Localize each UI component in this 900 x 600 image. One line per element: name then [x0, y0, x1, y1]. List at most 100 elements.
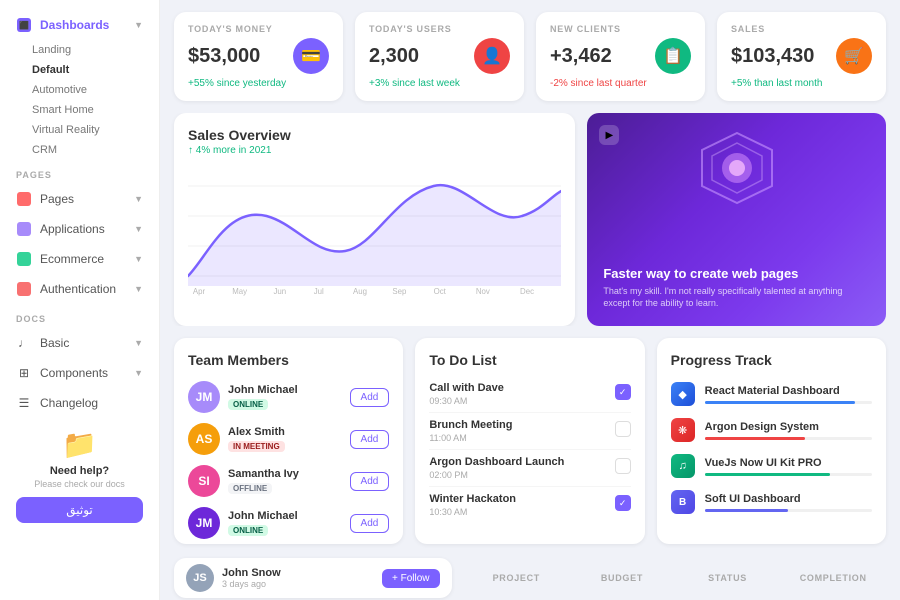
- stat-clients-value: +3,462: [550, 45, 612, 68]
- todo-info-2: Argon Dashboard Launch 02:00 PM: [429, 456, 606, 480]
- sidebar-item-authentication[interactable]: Authentication ▼: [0, 274, 159, 304]
- middle-row: Sales Overview ↑ 4% more in 2021 Apr May: [160, 113, 900, 326]
- section-docs-label: DOCS: [0, 304, 159, 328]
- section-pages-label: PAGES: [0, 160, 159, 184]
- applications-icon: [16, 221, 32, 237]
- stat-card-sales: SALES $103,430 🛒 +5% than last month: [717, 12, 886, 101]
- sidebar-item-components[interactable]: ⊞ Components ▼: [0, 358, 159, 388]
- chart-area: Apr May Jun Jul Aug Sep Oct Nov Dec: [188, 166, 561, 312]
- todo-item-3: Winter Hackaton 10:30 AM ✓: [429, 487, 630, 523]
- footer-cols: PROJECT BUDGET STATUS COMPLETION: [464, 573, 887, 583]
- sidebar-auth-label: Authentication: [40, 282, 116, 296]
- changelog-icon: ☰: [16, 395, 32, 411]
- stat-clients-label: NEW CLIENTS: [550, 24, 691, 34]
- bottom-row: Team Members JM John Michael ONLINE Add …: [160, 326, 900, 556]
- svg-text:Nov: Nov: [476, 287, 490, 296]
- stat-sales-label: SALES: [731, 24, 872, 34]
- progress-bar-wrap-0: [705, 401, 872, 404]
- progress-bar-1: [705, 437, 805, 440]
- sidebar-item-basic[interactable]: ♩ Basic ▼: [0, 328, 159, 358]
- footer-col-project: PROJECT: [464, 573, 570, 583]
- sidebar-apps-label: Applications: [40, 222, 105, 236]
- member-info-0: John Michael ONLINE: [228, 384, 342, 410]
- footer-avatar: JS: [186, 564, 214, 592]
- stat-money-value: $53,000: [188, 45, 260, 68]
- help-button[interactable]: توثيق: [16, 497, 143, 523]
- todo-check-2[interactable]: [615, 458, 631, 474]
- sidebar-item-pages[interactable]: Pages ▼: [0, 184, 159, 214]
- sidebar-item-dashboards[interactable]: ⬛ Dashboards ▼: [0, 10, 159, 40]
- svg-text:Jul: Jul: [314, 287, 324, 296]
- pages-icon: [16, 191, 32, 207]
- stats-row: TODAY'S MONEY $53,000 💳 +55% since yeste…: [160, 0, 900, 113]
- progress-name-2: VueJs Now UI Kit PRO: [705, 457, 872, 469]
- sidebar-changelog-label: Changelog: [40, 396, 98, 410]
- sidebar-sub-smarthome[interactable]: Smart Home: [0, 100, 159, 120]
- sales-title: Sales Overview: [188, 127, 561, 143]
- progress-bar-2: [705, 473, 830, 476]
- avatar-0: JM: [188, 381, 220, 413]
- stat-users-label: TODAY'S USERS: [369, 24, 510, 34]
- svg-text:May: May: [232, 287, 247, 296]
- todo-item-0: Call with Dave 09:30 AM ✓: [429, 376, 630, 413]
- sales-subtitle: ↑ 4% more in 2021: [188, 145, 561, 156]
- stat-users-icon: 👤: [474, 38, 510, 74]
- progress-bar-wrap-1: [705, 437, 872, 440]
- avatar-2: SI: [188, 465, 220, 497]
- footer-col-status: STATUS: [675, 573, 781, 583]
- chevron-ecomm-icon: ▼: [134, 254, 143, 264]
- sidebar-sub-default[interactable]: Default: [0, 60, 159, 80]
- avatar-3: JM: [188, 507, 220, 539]
- progress-info-0: React Material Dashboard: [705, 385, 872, 404]
- stat-money-icon: 💳: [293, 38, 329, 74]
- sidebar-help: 📁 Need help? Please check our docs توثيق: [0, 418, 159, 533]
- todo-name-2: Argon Dashboard Launch: [429, 456, 606, 468]
- sales-chart: Apr May Jun Jul Aug Sep Oct Nov Dec: [188, 166, 561, 296]
- footer-profile: JS John Snow 3 days ago + Follow: [174, 558, 452, 598]
- sidebar-sub-crm[interactable]: CRM: [0, 140, 159, 160]
- sidebar-item-applications[interactable]: Applications ▼: [0, 214, 159, 244]
- svg-text:Jun: Jun: [273, 287, 286, 296]
- svg-text:Sep: Sep: [392, 287, 407, 296]
- promo-card: ▶ Faster way to create web pages That's …: [587, 113, 886, 326]
- todo-check-1[interactable]: [615, 421, 631, 437]
- promo-desc: That's my skill. I'm not really specific…: [603, 285, 870, 310]
- main-content: TODAY'S MONEY $53,000 💳 +55% since yeste…: [160, 0, 900, 600]
- progress-name-1: Argon Design System: [705, 421, 872, 433]
- sidebar-sub-landing[interactable]: Landing: [0, 40, 159, 60]
- member-info-1: Alex Smith IN MEETING: [228, 426, 342, 452]
- stat-money-label: TODAY'S MONEY: [188, 24, 329, 34]
- sidebar-sub-vr[interactable]: Virtual Reality: [0, 120, 159, 140]
- sidebar-item-changelog[interactable]: ☰ Changelog: [0, 388, 159, 418]
- todo-time-2: 02:00 PM: [429, 470, 606, 480]
- footer-follow-button[interactable]: + Follow: [382, 569, 440, 588]
- chevron-down-icon: ▼: [134, 20, 143, 30]
- add-button-0[interactable]: Add: [350, 388, 390, 407]
- progress-title: Progress Track: [671, 352, 872, 368]
- stat-sales-change: +5% than last month: [731, 78, 872, 89]
- todo-title: To Do List: [429, 352, 630, 368]
- team-member-2: SI Samantha Ivy OFFLINE Add: [188, 460, 389, 502]
- todo-time-3: 10:30 AM: [429, 507, 606, 517]
- stat-card-money: TODAY'S MONEY $53,000 💳 +55% since yeste…: [174, 12, 343, 101]
- add-button-3[interactable]: Add: [350, 514, 390, 533]
- todo-check-0[interactable]: ✓: [615, 384, 631, 400]
- stat-users-change: +3% since last week: [369, 78, 510, 89]
- components-icon: ⊞: [16, 365, 32, 381]
- todo-check-3[interactable]: ✓: [615, 495, 631, 511]
- sidebar-pages-label: Pages: [40, 192, 74, 206]
- sidebar-item-ecommerce[interactable]: Ecommerce ▼: [0, 244, 159, 274]
- stat-money-change: +55% since yesterday: [188, 78, 329, 89]
- sales-overview-card: Sales Overview ↑ 4% more in 2021 Apr May: [174, 113, 575, 326]
- progress-card: Progress Track ◆ React Material Dashboar…: [657, 338, 886, 544]
- svg-text:Oct: Oct: [434, 287, 447, 296]
- footer-name: John Snow: [222, 567, 281, 579]
- sidebar-sub-automotive[interactable]: Automotive: [0, 80, 159, 100]
- todo-item-1: Brunch Meeting 11:00 AM: [429, 413, 630, 450]
- status-badge-2: OFFLINE: [228, 483, 272, 494]
- add-button-1[interactable]: Add: [350, 430, 390, 449]
- team-member-0: JM John Michael ONLINE Add: [188, 376, 389, 418]
- sidebar-basic-label: Basic: [40, 336, 69, 350]
- add-button-2[interactable]: Add: [350, 472, 390, 491]
- footer-col-completion: COMPLETION: [780, 573, 886, 583]
